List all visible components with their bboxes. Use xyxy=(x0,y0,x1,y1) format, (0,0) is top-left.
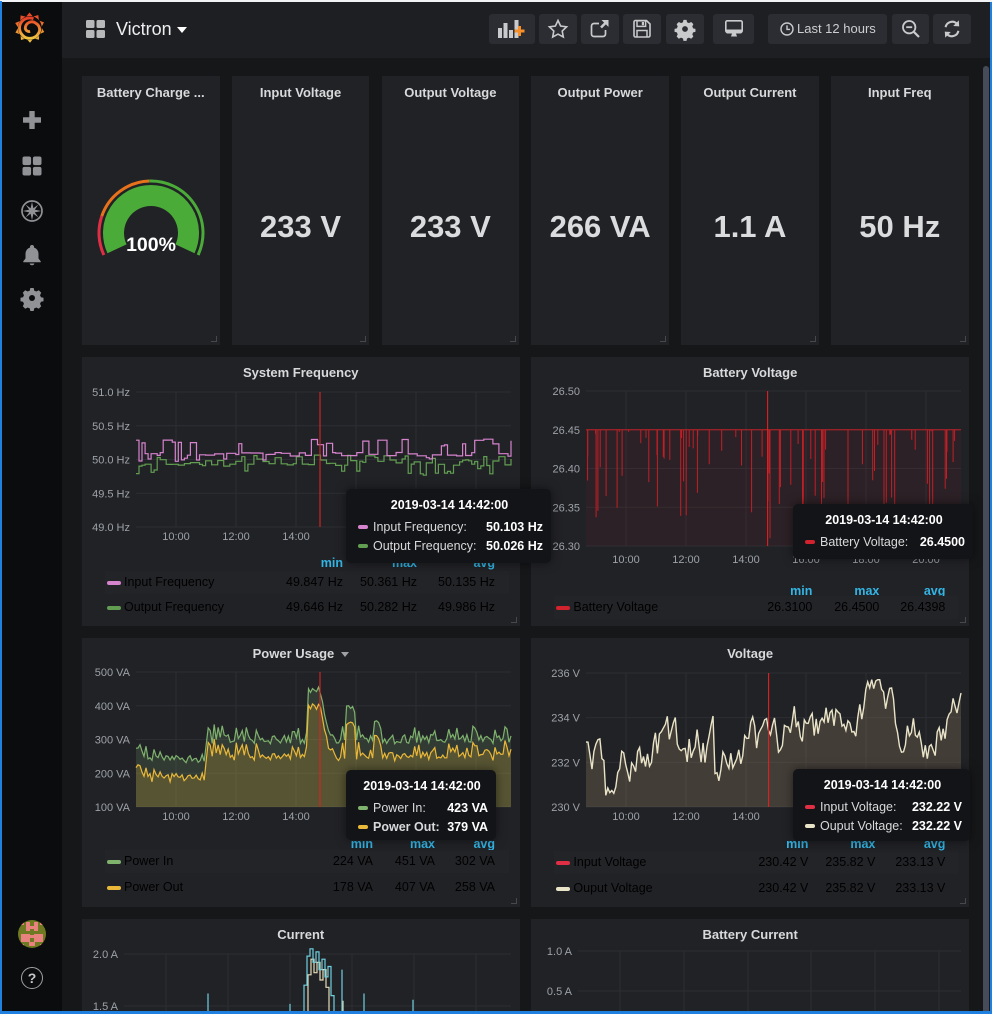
svg-text:14:00: 14:00 xyxy=(282,531,310,543)
svg-text:10:00: 10:00 xyxy=(613,554,641,566)
svg-text:200 VA: 200 VA xyxy=(95,768,131,780)
svg-text:10:00: 10:00 xyxy=(613,811,641,823)
svg-text:12:00: 12:00 xyxy=(673,811,701,823)
svg-text:49.0 Hz: 49.0 Hz xyxy=(92,522,130,534)
svg-text:50.0 Hz: 50.0 Hz xyxy=(92,455,130,467)
svg-text:49.5 Hz: 49.5 Hz xyxy=(92,488,130,500)
svg-text:230 V: 230 V xyxy=(552,802,581,814)
svg-text:1.0 A: 1.0 A xyxy=(547,946,573,958)
svg-text:12:00: 12:00 xyxy=(222,531,250,543)
svg-text:10:00: 10:00 xyxy=(162,811,190,823)
svg-text:400 VA: 400 VA xyxy=(95,701,131,713)
svg-text:12:00: 12:00 xyxy=(222,811,250,823)
svg-text:234 V: 234 V xyxy=(552,713,581,725)
svg-text:26.30: 26.30 xyxy=(553,541,581,553)
svg-text:14:00: 14:00 xyxy=(282,811,310,823)
svg-text:100 VA: 100 VA xyxy=(95,802,131,814)
svg-text:50.5 Hz: 50.5 Hz xyxy=(92,421,130,433)
svg-text:14:00: 14:00 xyxy=(733,554,761,566)
svg-text:26.45: 26.45 xyxy=(553,425,581,437)
svg-text:26.35: 26.35 xyxy=(553,502,581,514)
svg-text:232 V: 232 V xyxy=(552,757,581,769)
svg-text:2.0 A: 2.0 A xyxy=(93,949,119,961)
svg-text:12:00: 12:00 xyxy=(673,554,701,566)
svg-text:10:00: 10:00 xyxy=(162,531,190,543)
svg-text:300 VA: 300 VA xyxy=(95,735,131,747)
svg-text:14:00: 14:00 xyxy=(733,811,761,823)
svg-text:100%: 100% xyxy=(126,234,176,256)
svg-text:500 VA: 500 VA xyxy=(95,667,131,679)
svg-text:26.50: 26.50 xyxy=(553,386,581,398)
svg-text:236 V: 236 V xyxy=(552,668,581,680)
svg-text:51.0 Hz: 51.0 Hz xyxy=(92,387,130,399)
svg-text:0.5 A: 0.5 A xyxy=(547,986,573,998)
svg-text:26.40: 26.40 xyxy=(553,464,581,476)
